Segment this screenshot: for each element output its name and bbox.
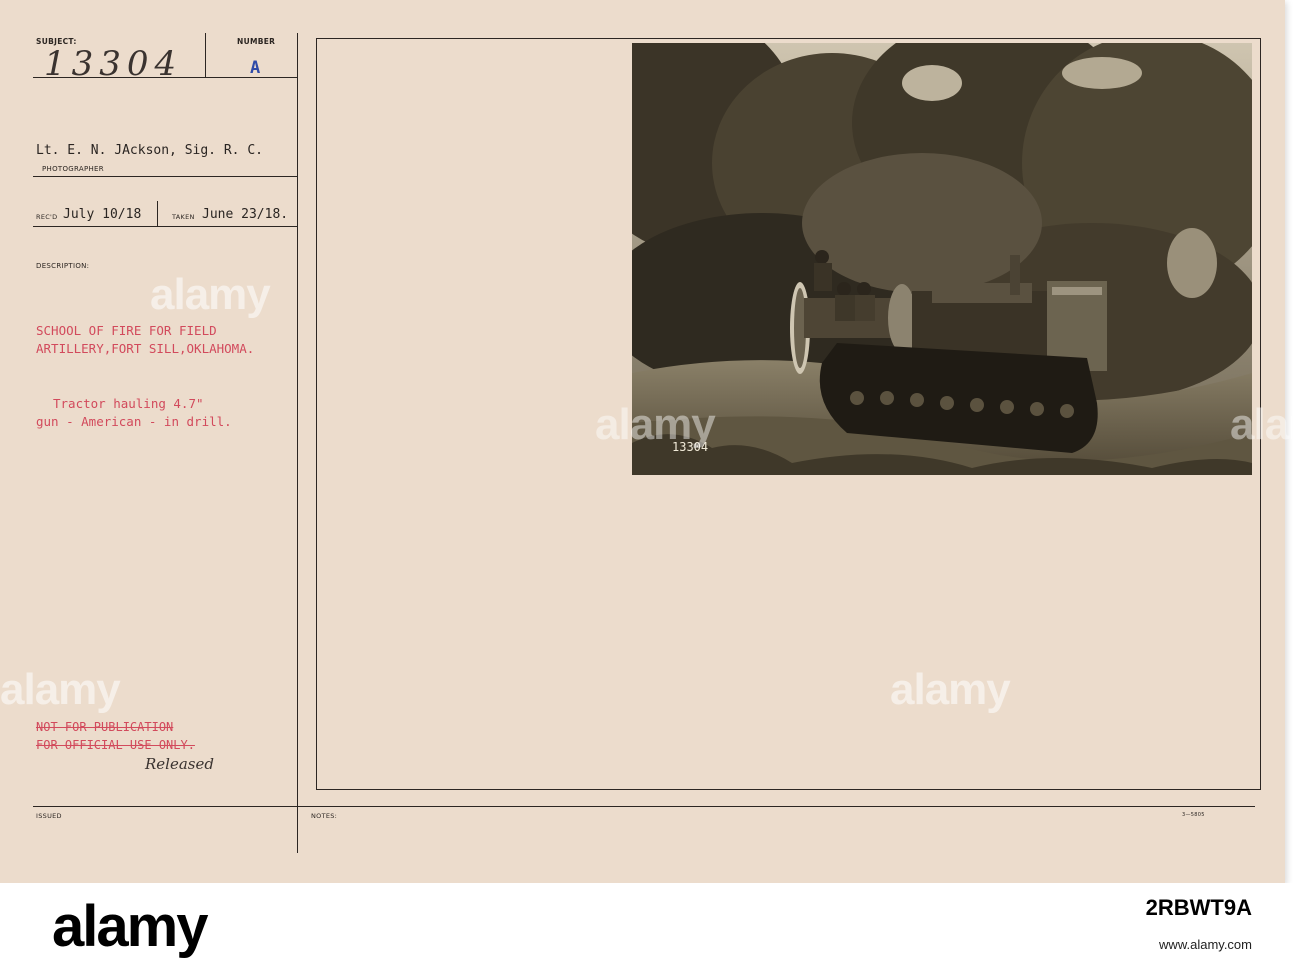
divider-bottom — [33, 806, 1255, 807]
taken-date: June 23/18. — [202, 207, 289, 222]
restriction-line-1: NOT FOR PUBLICATION — [36, 720, 174, 734]
watermark-5: alamy — [1230, 400, 1300, 449]
restriction-line-2: FOR OFFICIAL USE ONLY. — [36, 738, 195, 752]
description-line-1: SCHOOL OF FIRE FOR FIELD — [36, 323, 217, 338]
website[interactable]: www.alamy.com — [1159, 937, 1252, 952]
description-line-2: ARTILLERY,FORT SILL,OKLAHOMA. — [36, 341, 255, 356]
image-id: 2RBWT9A — [1145, 895, 1252, 920]
alamy-logo[interactable]: alamy — [52, 893, 208, 960]
divider-recd-taken — [157, 201, 158, 227]
released-handwritten-note: Released — [145, 755, 214, 773]
recd-date: July 10/18 — [63, 207, 142, 222]
stock-footer: alamy 2RBWT9A www.alamy.com — [0, 883, 1300, 973]
caption-line-2: gun - American - in drill. — [36, 414, 232, 429]
watermark-4: alamy — [890, 665, 1011, 714]
recd-label: REC'D — [36, 213, 58, 221]
subject-number-handwritten: 13304 — [44, 44, 183, 84]
description-label: DESCRIPTION: — [36, 262, 90, 270]
watermark-3: alamy — [0, 665, 121, 714]
divider-row2 — [33, 176, 297, 177]
form-code: 3—5805 — [1182, 812, 1205, 818]
divider-subject-number — [205, 33, 206, 77]
divider-vertical-left — [297, 33, 298, 853]
notes-label: NOTES: — [311, 812, 338, 820]
number-label: NUMBER — [237, 37, 276, 46]
divider-row3 — [33, 226, 297, 227]
watermark-1: alamy — [150, 270, 271, 319]
photo-illustration — [632, 43, 1252, 475]
photographer-name: Lt. E. N. JAckson, Sig. R. C. — [36, 143, 263, 158]
photographer-label: PHOTOGRAPHER — [42, 165, 104, 173]
watermark-2: alamy — [595, 400, 716, 449]
caption-line-1: Tractor hauling 4.7" — [53, 396, 204, 411]
number-value: A — [250, 58, 261, 78]
issued-label: ISSUED — [36, 812, 62, 820]
taken-label: TAKEN — [172, 213, 195, 221]
archive-card: SUBJECT: 13304 NUMBER A Lt. E. N. JAckso… — [0, 0, 1300, 883]
photograph-tractor-hauling-gun: 13304 — [632, 43, 1252, 475]
